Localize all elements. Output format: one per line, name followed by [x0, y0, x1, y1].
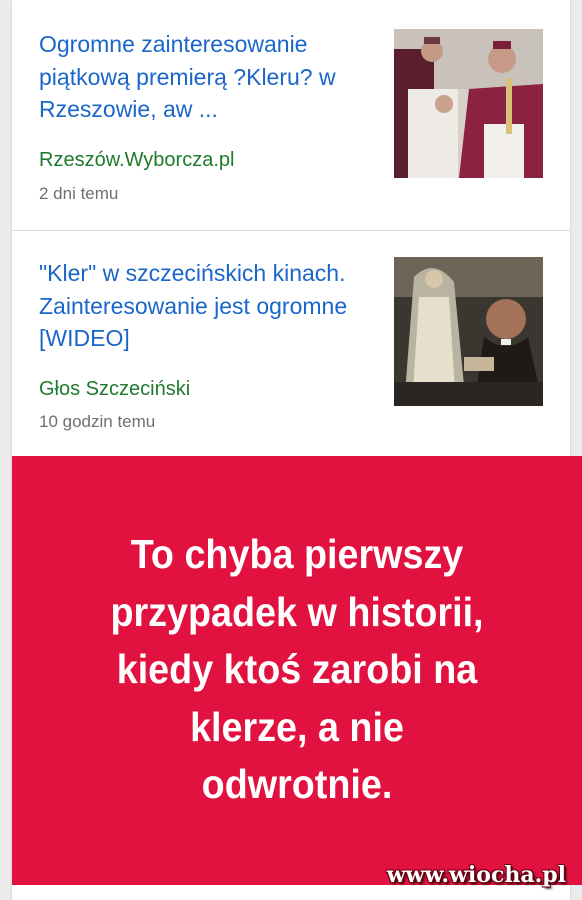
news-timestamp: 10 godzin temu — [39, 412, 156, 431]
news-headline-link[interactable]: "Kler" w szczecińskich kinach. Zainteres… — [39, 257, 374, 355]
meme-caption-banner: To chyba pierwszy przypadek w historii, … — [12, 456, 582, 885]
thumbnail-image-clergy — [394, 29, 543, 178]
meme-caption-text: To chyba pierwszy przypadek w historii, … — [110, 531, 484, 807]
news-source: Rzeszów.Wyborcza.pl — [39, 149, 235, 171]
news-source: Głos Szczeciński — [39, 378, 191, 400]
thumbnail-image-priest — [394, 257, 543, 406]
news-thumbnail[interactable] — [394, 257, 543, 406]
news-timestamp: 2 dni temu — [39, 184, 119, 203]
site-watermark: www.wiocha.pl — [386, 862, 566, 888]
news-thumbnail[interactable] — [394, 29, 543, 178]
news-card[interactable]: "Kler" w szczecińskich kinach. Zainteres… — [12, 231, 570, 456]
news-headline-link[interactable]: Ogromne zainteresowanie piątkową premier… — [39, 28, 374, 126]
news-card[interactable]: Ogromne zainteresowanie piątkową premier… — [12, 0, 570, 231]
